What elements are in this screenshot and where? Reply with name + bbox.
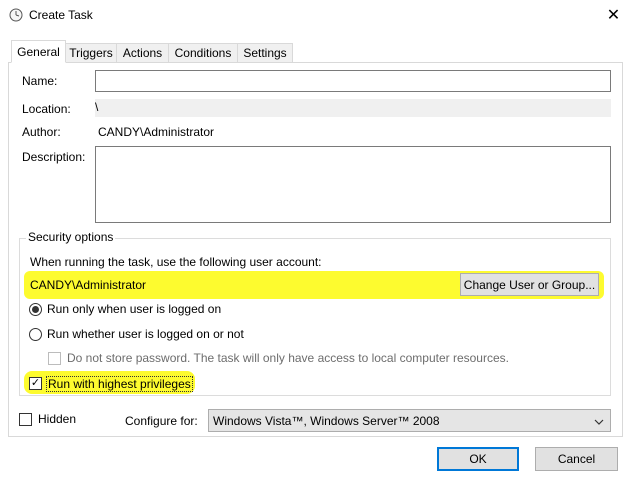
change-user-button[interactable]: Change User or Group... [460,273,599,296]
close-icon: ✕ [606,7,621,24]
configure-label: Configure for: [125,414,198,428]
account-value: CANDY\Administrator [30,278,147,292]
highest-privileges-checkbox[interactable]: ✓ [29,377,42,390]
task-scheduler-clock-icon [9,8,23,22]
hidden-label: Hidden [38,412,77,426]
security-options-title: Security options [26,230,116,244]
window-title: Create Task [29,8,93,22]
author-label: Author: [22,125,61,139]
author-value: CANDY\Administrator [98,125,215,139]
run-logged-on-radio[interactable] [29,303,42,316]
run-logged-on-label: Run only when user is logged on [47,302,222,316]
name-label: Name: [22,74,58,88]
tab-conditions[interactable]: Conditions [168,43,238,62]
hidden-checkbox[interactable] [19,413,32,426]
tab-triggers[interactable]: Triggers [65,43,117,62]
cancel-button[interactable]: Cancel [535,447,618,471]
title-bar: Create Task ✕ [0,0,631,30]
location-label: Location: [22,102,71,116]
tab-settings[interactable]: Settings [237,43,293,62]
run-whether-label: Run whether user is logged on or not [47,327,244,341]
description-input[interactable] [95,146,611,223]
close-button[interactable]: ✕ [596,0,631,30]
highest-privileges-label: Run with highest privileges [46,376,193,392]
no-store-password-label: Do not store password. The task will onl… [67,351,509,365]
description-label: Description: [22,150,86,164]
run-whether-radio[interactable] [29,328,42,341]
location-value: \ [95,100,99,114]
account-prompt: When running the task, use the following… [30,255,322,269]
checkmark-icon: ✓ [30,377,41,389]
chevron-down-icon [594,416,604,430]
tab-general[interactable]: General [11,40,66,63]
ok-button[interactable]: OK [437,447,519,471]
tab-actions[interactable]: Actions [116,43,169,62]
configure-select[interactable]: Windows Vista™, Windows Server™ 2008 [208,409,611,432]
location-field: \ [95,99,611,117]
radio-selected-dot [32,306,39,313]
no-store-password-checkbox[interactable] [48,352,61,365]
name-input[interactable] [95,70,611,92]
configure-value: Windows Vista™, Windows Server™ 2008 [213,413,440,428]
